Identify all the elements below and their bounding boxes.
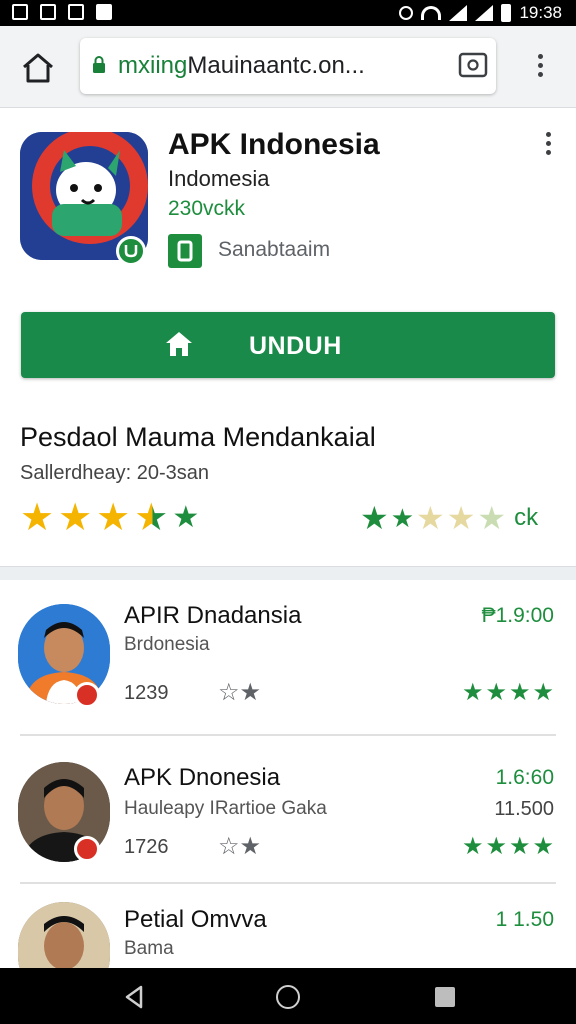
signal-icon <box>449 5 468 21</box>
content-rating-label: Sanabtaaim <box>218 238 331 261</box>
home-circle-icon[interactable] <box>276 985 300 1009</box>
navigation-bar <box>0 968 576 1024</box>
url-rest: Mauinaantc.on... <box>187 52 365 79</box>
more-vert-icon[interactable] <box>530 54 550 82</box>
install-label: UNDUH <box>249 332 342 360</box>
app-more-vert-icon[interactable] <box>540 132 556 162</box>
star-icon: ★ <box>416 500 445 536</box>
rating-subtitle: Sallerdheay: 20-3san <box>20 462 210 484</box>
home-install-icon <box>166 332 192 356</box>
list-item-subtitle: Bama <box>124 938 174 959</box>
wifi-icon <box>421 6 442 20</box>
star-outline-icon: ☆★ <box>218 833 262 860</box>
recent-apps-icon[interactable] <box>435 987 455 1007</box>
list-divider <box>20 734 556 736</box>
app-developer[interactable]: Indomesia <box>168 166 270 192</box>
browser-toolbar: mxiingMauinaantc.on... <box>0 26 576 108</box>
download-notification-icon <box>96 4 112 20</box>
list-item-price-secondary: 11.500 <box>494 798 554 820</box>
list-item-count: 1239 <box>124 682 169 704</box>
list-item-stars: ★★★★ <box>461 679 556 706</box>
list-item-subtitle: Hauleapy IRartioe Gaka <box>124 798 327 819</box>
list-item-count: 1726 <box>124 836 169 858</box>
list-item[interactable]: Petial Omvva Bama 1 1.50 <box>0 900 576 968</box>
list-item-price: 1 1.50 <box>495 908 554 931</box>
list-item-price: 1.6:60 <box>495 766 554 789</box>
star-half-icon: ★ <box>134 497 169 539</box>
avatar <box>18 902 110 968</box>
list-divider <box>20 882 556 884</box>
list-item-price: ₱1.9:00 <box>481 604 554 627</box>
star-icon: ★ <box>20 497 55 539</box>
badge-icon <box>74 836 100 862</box>
star-icon: ★ <box>446 500 476 536</box>
list-item[interactable]: APIR Dnadansia Brdonesia 1239 ☆★ ₱1.9:00… <box>0 598 576 728</box>
url-text: mxiingMauinaantc.on... <box>118 52 365 80</box>
url-scheme: mxiing <box>118 52 188 79</box>
rating-stars[interactable]: ★ ★ ★ ★ ★ <box>20 498 199 538</box>
star-icon: ★ <box>96 497 131 539</box>
content-rating-icon <box>168 234 202 268</box>
clock: 19:38 <box>519 3 562 22</box>
home-icon[interactable] <box>20 50 56 86</box>
list-item-stars: ★★★★ <box>461 833 556 860</box>
list-item-title: Petial Omvva <box>124 906 267 933</box>
app-size: 230vckk <box>168 197 246 220</box>
app-notification-icon <box>68 4 84 20</box>
app-title: APK Indonesia <box>168 128 380 161</box>
verified-badge-icon <box>116 236 146 266</box>
image-notification-icon <box>40 4 56 20</box>
star-icon: ★ <box>58 497 93 539</box>
tabs-icon[interactable] <box>458 52 488 78</box>
url-field[interactable]: mxiingMauinaantc.on... <box>80 38 496 94</box>
star-icon: ★ <box>172 501 200 534</box>
list-item-title: APIR Dnadansia <box>124 602 302 629</box>
badge-icon <box>74 682 100 708</box>
signal-2-icon <box>475 5 494 21</box>
list-item-subtitle: Brdonesia <box>124 634 210 655</box>
notification-icons <box>12 4 112 20</box>
star-icon: ★ <box>477 500 507 536</box>
system-status: 19:38 <box>399 3 562 23</box>
alarm-icon <box>399 6 414 20</box>
star-icon: ★ <box>390 503 414 533</box>
list-item[interactable]: APK Dnonesia Hauleapy IRartioe Gaka 1726… <box>0 756 576 876</box>
rating-title: Pesdaol Mauma Mendankaial <box>20 422 376 452</box>
section-divider <box>0 566 576 580</box>
rating-unit: ck <box>514 504 539 531</box>
star-icon: ★ <box>360 500 389 536</box>
list-item-title: APK Dnonesia <box>124 764 281 791</box>
gallery-notification-icon <box>12 4 28 20</box>
rating-stars-secondary: ★ ★ ★ ★ ★ ck <box>360 500 538 536</box>
star-outline-icon: ☆★ <box>218 679 262 706</box>
battery-icon <box>501 4 512 22</box>
install-button[interactable]: UNDUH <box>21 312 555 378</box>
back-icon[interactable] <box>122 984 146 1010</box>
lock-icon <box>93 56 105 73</box>
status-bar: 19:38 <box>0 0 576 26</box>
